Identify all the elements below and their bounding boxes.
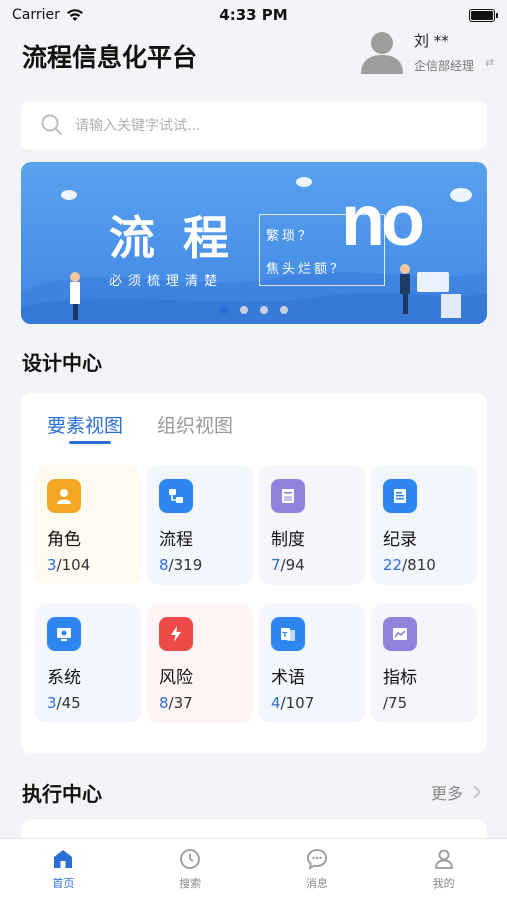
tile-label: 风险 [159, 668, 193, 688]
banner-dot[interactable] [220, 306, 228, 314]
tabbar-messages[interactable]: 消息 [254, 839, 381, 900]
bottom-tabbar: 首页 搜索 消息 我的 [0, 838, 507, 900]
banner-dot[interactable] [240, 306, 248, 314]
tile-count: 8/37 [159, 694, 193, 712]
tile-count: 8/319 [159, 556, 203, 574]
tile-label: 指标 [383, 668, 417, 688]
tile-label: 纪录 [383, 530, 417, 550]
tile-role[interactable]: 角色 3/104 [35, 465, 141, 585]
tile-record[interactable]: 纪录 22/810 [371, 465, 477, 585]
home-icon [54, 850, 73, 868]
tabbar-home[interactable]: 首页 [0, 839, 127, 900]
avatar[interactable] [358, 28, 406, 76]
metric-icon [383, 617, 417, 651]
tile-label: 系统 [47, 668, 81, 688]
tile-label: 制度 [271, 530, 305, 550]
user-dept: 企信部经理 [414, 59, 475, 73]
tab-element-view[interactable]: 要素视图 [47, 411, 123, 438]
tile-process[interactable]: 流程 8/319 [147, 465, 253, 585]
banner-dot[interactable] [280, 306, 288, 314]
battery-icon [469, 8, 498, 22]
tabbar-label: 搜索 [179, 877, 202, 890]
exec-center-title: 执行中心 [22, 782, 102, 806]
tile-label: 角色 [47, 530, 81, 550]
tile-count: 4/107 [271, 694, 315, 712]
app-title: 流程信息化平台 [22, 43, 198, 72]
tabbar-label: 首页 [52, 877, 75, 890]
more-label: 更多 [430, 784, 463, 803]
tile-label: 流程 [159, 530, 193, 550]
tile-system[interactable]: 系统 3/45 [35, 603, 141, 723]
tile-risk[interactable]: 风险 8/37 [147, 603, 253, 723]
banner-dot[interactable] [260, 306, 268, 314]
tile-metric[interactable]: 指标 /75 [371, 603, 477, 723]
svg-text:T: T [283, 631, 288, 639]
tile-count: 3/45 [47, 694, 81, 712]
tabbar-label: 消息 [305, 877, 328, 890]
design-center-title: 设计中心 [22, 351, 102, 375]
system-icon [47, 617, 81, 651]
message-icon [306, 849, 327, 870]
search-icon [180, 849, 201, 869]
tile-count: /75 [383, 694, 408, 712]
tile-regulation[interactable]: 制度 7/94 [259, 465, 365, 585]
tile-count: 22/810 [383, 556, 436, 574]
design-center-card: 要素视图 组织视图 角色 3/104 流程 8/319 制度 7/94 纪录 2… [21, 393, 487, 753]
banner-subtitle: 必须梳理清楚 [109, 274, 224, 289]
tabbar-profile[interactable]: 我的 [380, 839, 507, 900]
tile-count: 3/104 [47, 556, 91, 574]
banner-big-text: no [341, 181, 425, 261]
active-tab-indicator [69, 441, 111, 444]
switch-icon[interactable]: ⇄ [485, 56, 494, 69]
status-bar: Carrier 4:33 PM [0, 0, 507, 30]
profile-icon [434, 849, 453, 869]
user-name: 刘 ** [414, 32, 449, 50]
tabbar-search[interactable]: 搜索 [127, 839, 254, 900]
status-time: 4:33 PM [219, 6, 288, 24]
search-placeholder: 请输入关键字试试... [75, 118, 201, 134]
risk-icon [159, 617, 193, 651]
process-icon [159, 479, 193, 513]
chevron-right-icon [473, 785, 481, 799]
header: 流程信息化平台 刘 ** 企信部经理 ⇄ [0, 30, 507, 90]
banner-title: 流程 [109, 211, 257, 265]
tile-glossary[interactable]: T 术语 4/107 [259, 603, 365, 723]
regulation-icon [271, 479, 305, 513]
tile-count: 7/94 [271, 556, 305, 574]
search-icon [41, 114, 62, 135]
more-link[interactable]: 更多 [431, 780, 481, 804]
promo-banner[interactable]: 流程 必须梳理清楚 繁琐？ 焦头烂额？ no [21, 162, 487, 324]
glossary-icon: T [271, 617, 305, 651]
role-icon [47, 479, 81, 513]
banner-pagination [21, 306, 487, 314]
record-icon [383, 479, 417, 513]
search-input[interactable]: 请输入关键字试试... [21, 101, 487, 149]
tabbar-label: 我的 [432, 877, 455, 890]
tab-org-view[interactable]: 组织视图 [157, 411, 233, 438]
tile-label: 术语 [271, 668, 305, 688]
